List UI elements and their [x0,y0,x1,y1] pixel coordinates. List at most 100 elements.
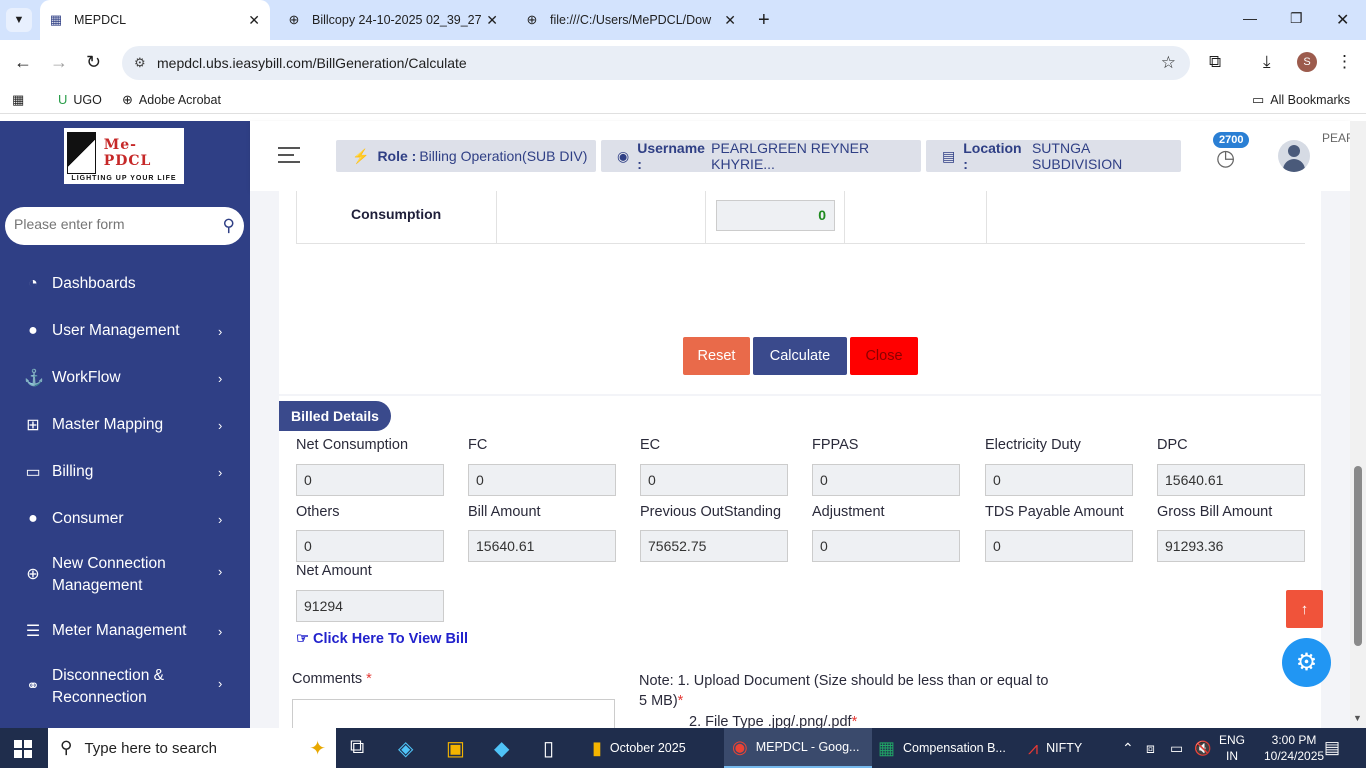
comments-textarea[interactable] [292,699,615,728]
sidebar-item-meter-management[interactable]: ☰ Meter Management › [0,620,250,642]
sidebar-item-dashboards[interactable]: ◔ Dashboards [0,273,250,295]
all-bookmarks[interactable]: ▭ All Bookmarks [1252,92,1350,108]
sidebar-item-user-management[interactable]: ● User Management › [0,320,250,342]
gear-icon: ⚙ [1295,649,1318,676]
tds-payable-input[interactable]: 0 [985,530,1133,562]
bookmark-ugo[interactable]: U UGO [58,92,102,107]
menu-dots-icon[interactable]: ⋮ [1336,52,1353,72]
settings-button[interactable]: ⚙ [1282,638,1331,687]
taskbar-search[interactable]: ⚲ Type here to search ✦ [48,728,336,768]
site-info-icon[interactable]: ⚙ [134,55,146,71]
anchor-icon: ⚓ [24,370,44,387]
copilot-icon[interactable]: ◈ [398,736,413,761]
reset-button[interactable]: Reset [683,337,750,375]
others-input[interactable]: 0 [296,530,444,562]
close-button[interactable]: Close [850,337,918,375]
taskbar-app-chrome[interactable]: ◉ MEPDCL - Goog... [724,728,872,768]
taskbar-search-placeholder: Type here to search [84,739,218,757]
net-amount-input[interactable]: 91294 [296,590,444,622]
download-icon[interactable]: ⤓ [1263,52,1271,72]
sidebar-item-consumer[interactable]: ● Consumer › [0,508,250,530]
tab-file[interactable]: ⊕ file:///C:/Users/MePDCL/Downl ✕ [516,0,746,40]
volume-muted-icon[interactable]: 🔇 [1194,728,1211,768]
url-text[interactable]: mepdcl.ubs.ieasybill.com/BillGeneration/… [157,55,467,71]
bill-amount-input[interactable]: 15640.61 [468,530,616,562]
back-icon[interactable]: ← [14,52,32,73]
billed-details-title: Billed Details [279,401,391,431]
scroll-to-top-button[interactable]: ↑ [1286,590,1323,628]
sidebar-item-workflow[interactable]: ⚓ WorkFlow › [0,367,250,389]
scroll-down-arrow-icon[interactable]: ▼ [1353,713,1362,723]
clock-history-icon[interactable]: ◷ [1216,145,1235,171]
bookmark-label: Adobe Acrobat [138,93,221,107]
tab-search-button[interactable]: ▼ [6,8,32,32]
restore-icon[interactable]: ❐ [1290,10,1303,27]
calculation-card: Consumption 0 Reset Calculate Close [279,191,1321,394]
sidebar-item-billing[interactable]: ▭ Billing › [0,461,250,483]
taskbar-app-october-2025[interactable]: ▮ October 2025 [584,728,719,768]
bookmark-star-icon[interactable]: ☆ [1161,53,1176,73]
page-scrollbar[interactable]: ▼ [1350,121,1366,728]
new-tab-button[interactable]: + [758,9,770,32]
calculate-button[interactable]: Calculate [753,337,847,375]
tray-chevron-icon[interactable]: ⌃ [1122,728,1134,768]
fppas-input[interactable]: 0 [812,464,960,496]
globe-icon: ⊕ [526,12,538,27]
tray-app-icon[interactable]: ⧈ [1146,728,1155,768]
close-icon[interactable]: ✕ [486,12,498,29]
view-bill-link[interactable]: ☞ Click Here To View Bill [296,631,468,647]
search-icon[interactable]: ⚲ [223,216,235,236]
forward-icon[interactable]: → [50,52,68,73]
avatar[interactable] [1278,140,1310,172]
network-icon[interactable]: ▭ [1170,728,1183,768]
sidebar-item-disconnection-reconnection[interactable]: ⚭ Disconnection & Reconnection › [0,665,250,709]
m365-icon[interactable]: ◆ [494,736,509,761]
fc-input[interactable]: 0 [468,464,616,496]
sidebar-search[interactable]: ⚲ [5,207,244,245]
close-icon[interactable]: ✕ [724,12,736,29]
file-type-note: 2. File Type .jpg/.png/.pdf* [689,714,857,728]
reload-icon[interactable]: ↻ [86,52,101,73]
gross-bill-amount-input[interactable]: 91293.36 [1157,530,1305,562]
browser-toolbar: ← → ↻ ⚙ mepdcl.ubs.ieasybill.com/BillGen… [0,40,1366,86]
task-view-icon[interactable]: ⧉ [350,736,364,759]
taskbar-widget-nifty[interactable]: ⩘ NIFTY [1028,728,1116,768]
notification-center-icon[interactable]: ▤ [1324,738,1340,758]
electricity-duty-input[interactable]: 0 [985,464,1133,496]
apps-grid-icon[interactable]: ▦ [12,92,30,108]
bookmarks-bar: ▦ U UGO ⊕ Adobe Acrobat ▭ All Bookmarks [0,86,1366,114]
minimize-icon[interactable]: — [1243,10,1257,26]
logo[interactable]: Me-PDCL LIGHTING UP YOUR LIFE [62,126,186,186]
close-icon[interactable]: ✕ [248,12,260,29]
user-display-name[interactable]: PEAR REYN KHYR [1322,129,1352,147]
clock[interactable]: 3:00 PM 10/24/2025 [1264,732,1324,764]
windows-start-icon[interactable] [14,740,32,758]
logo-text: Me-PDCL [103,136,152,169]
taskbar-app-excel[interactable]: ▦ Compensation B... [872,728,1020,768]
store-icon[interactable]: ▣ [446,736,465,761]
close-window-icon[interactable]: ✕ [1336,10,1349,30]
scrollbar-thumb[interactable] [1354,466,1362,646]
bookmark-adobe-acrobat[interactable]: ⊕ Adobe Acrobat [122,92,221,108]
net-consumption-input[interactable]: 0 [296,464,444,496]
sidebar-item-master-mapping[interactable]: ⊞ Master Mapping › [0,414,250,436]
profile-avatar[interactable]: S [1297,52,1317,72]
sidebar-search-input[interactable] [14,216,214,232]
consumption-input[interactable]: 0 [716,200,835,231]
taskbar-app-label: MEPDCL - Goog... [755,740,860,754]
notepad-icon[interactable]: ▯ [543,736,554,761]
taskbar-app-label: October 2025 [609,741,686,755]
sidebar-item-new-connection-management[interactable]: ⊕ New Connection Management › [0,553,250,597]
hamburger-menu-icon[interactable] [278,147,300,168]
logo-mark-icon [67,131,96,174]
address-bar[interactable]: ⚙ mepdcl.ubs.ieasybill.com/BillGeneratio… [122,46,1190,80]
extensions-icon[interactable]: ⧉ [1209,52,1221,72]
previous-outstanding-input[interactable]: 75652.75 [640,530,788,562]
sidebar-item-label: WorkFlow [52,369,121,386]
tab-billcopy[interactable]: ⊕ Billcopy 24-10-2025 02_39_27.p ✕ [278,0,508,40]
adjustment-input[interactable]: 0 [812,530,960,562]
tab-mepdcl[interactable]: ▦ MEPDCL ✕ [40,0,270,40]
ec-input[interactable]: 0 [640,464,788,496]
dpc-input[interactable]: 15640.61 [1157,464,1305,496]
language-indicator[interactable]: ENG IN [1219,732,1245,764]
